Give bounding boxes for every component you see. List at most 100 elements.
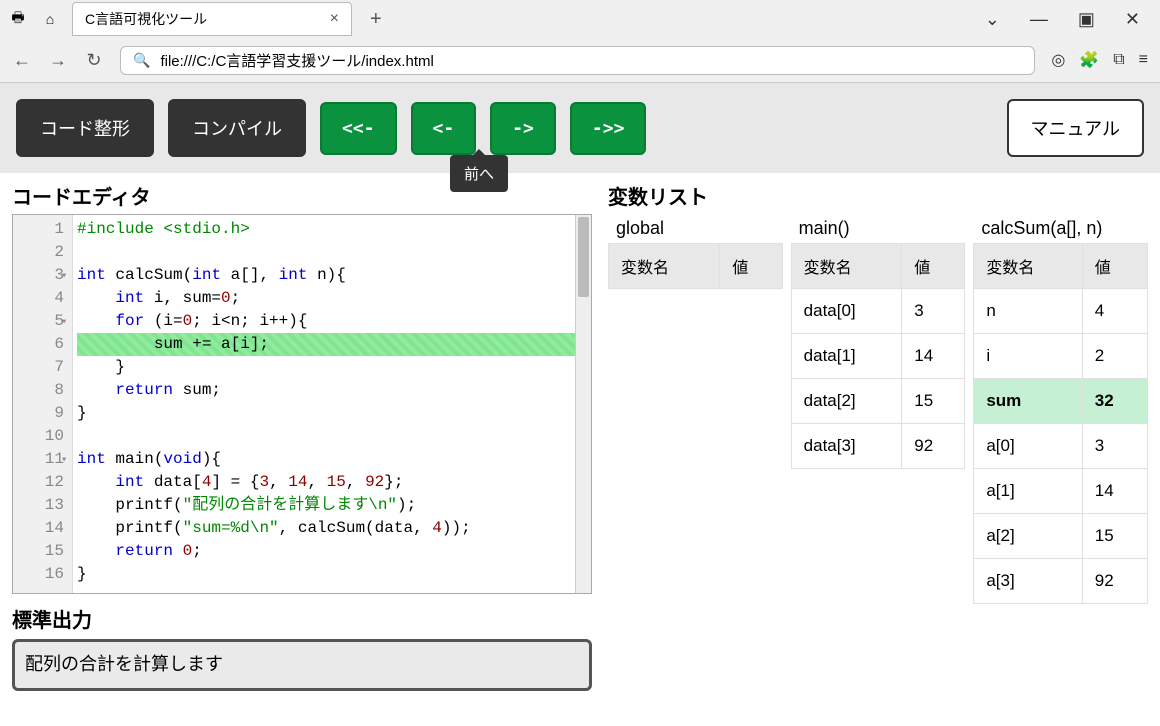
scope-name: global <box>608 214 783 243</box>
line-number: 14 <box>17 517 64 540</box>
line-number: 5 <box>17 310 64 333</box>
line-number: 12 <box>17 471 64 494</box>
var-name: a[3] <box>974 559 1082 604</box>
line-number: 9 <box>17 402 64 425</box>
line-number: 7 <box>17 356 64 379</box>
var-name: i <box>974 334 1082 379</box>
var-name: a[2] <box>974 514 1082 559</box>
scope-name: calcSum(a[], n) <box>973 214 1148 243</box>
line-number: 3 <box>17 264 64 287</box>
editor-scrollbar[interactable] <box>575 215 591 593</box>
var-name: sum <box>974 379 1082 424</box>
table-row: sum32 <box>974 379 1148 424</box>
nav-bar: ← → ↻ 🔍 ◎ 🧩 ⧉ ≡ <box>0 38 1160 82</box>
manual-button[interactable]: マニュアル <box>1007 99 1144 157</box>
new-tab-button[interactable]: + <box>364 8 388 31</box>
minimize-icon[interactable]: — <box>1030 9 1048 30</box>
crop-icon[interactable]: ⧉ <box>1113 51 1124 69</box>
menu-icon[interactable]: ≡ <box>1139 51 1148 69</box>
var-scope-block: main()変数名値data[0]3data[1]14data[2]15data… <box>791 214 966 604</box>
url-bar[interactable]: 🔍 <box>120 46 1035 75</box>
pocket-icon[interactable]: ◎ <box>1051 50 1065 70</box>
line-number: 11 <box>17 448 64 471</box>
stdout-text: 配列の合計を計算します <box>25 654 223 674</box>
line-number: 16 <box>17 563 64 586</box>
variable-table: 変数名値data[0]3data[1]14data[2]15data[3]92 <box>791 243 966 469</box>
line-number: 1 <box>17 218 64 241</box>
var-name: data[2] <box>791 379 902 424</box>
back-button[interactable]: ← <box>12 50 32 71</box>
varlist-title: 変数リスト <box>608 181 1148 210</box>
table-row: data[3]92 <box>791 424 965 469</box>
line-number: 2 <box>17 241 64 264</box>
line-number: 15 <box>17 540 64 563</box>
var-scope-block: calcSum(a[], n)変数名値n4i2sum32a[0]3a[1]14a… <box>973 214 1148 604</box>
chevron-down-icon[interactable]: ⌄ <box>985 9 1000 30</box>
var-value: 15 <box>1082 514 1147 559</box>
forward-button[interactable]: → <box>48 50 68 71</box>
content-area: コードエディタ 12345678910111213141516 #include… <box>0 173 1160 699</box>
var-value: 3 <box>902 289 965 334</box>
variable-section: global変数名値main()変数名値data[0]3data[1]14dat… <box>608 214 1148 604</box>
var-name: a[1] <box>974 469 1082 514</box>
tab-bar: 🖶 ⌂ C言語可視化ツール × + ⌄ — ▣ ✕ <box>0 0 1160 38</box>
fastfwd-button[interactable]: ->> <box>570 102 647 155</box>
line-number: 8 <box>17 379 64 402</box>
var-value: 14 <box>1082 469 1147 514</box>
format-button[interactable]: コード整形 <box>16 99 154 157</box>
variable-table: 変数名値n4i2sum32a[0]3a[1]14a[2]15a[3]92 <box>973 243 1148 604</box>
var-value: 2 <box>1082 334 1147 379</box>
line-number: 4 <box>17 287 64 310</box>
print-icon[interactable]: 🖶 <box>8 9 28 29</box>
table-row: data[1]14 <box>791 334 965 379</box>
scroll-thumb[interactable] <box>578 217 589 297</box>
var-name: data[0] <box>791 289 902 334</box>
col-value: 値 <box>902 244 965 289</box>
tooltip-prev: 前へ <box>450 155 508 192</box>
var-name: a[0] <box>974 424 1082 469</box>
table-row: a[3]92 <box>974 559 1148 604</box>
prev-button[interactable]: <- <box>411 102 477 155</box>
home-icon[interactable]: ⌂ <box>40 9 60 29</box>
table-row: a[0]3 <box>974 424 1148 469</box>
rewind-button[interactable]: <<- <box>320 102 397 155</box>
table-row: data[0]3 <box>791 289 965 334</box>
stdout-title: 標準出力 <box>12 604 592 633</box>
var-name: n <box>974 289 1082 334</box>
url-input[interactable] <box>160 52 1022 69</box>
close-tab-icon[interactable]: × <box>330 10 339 28</box>
col-name: 変数名 <box>974 244 1082 289</box>
var-value: 92 <box>1082 559 1147 604</box>
tab-title: C言語可視化ツール <box>85 9 207 29</box>
extensions-icon[interactable]: 🧩 <box>1079 50 1099 70</box>
browser-chrome: 🖶 ⌂ C言語可視化ツール × + ⌄ — ▣ ✕ ← → ↻ 🔍 ◎ 🧩 ⧉ … <box>0 0 1160 83</box>
table-row: data[2]15 <box>791 379 965 424</box>
var-value: 3 <box>1082 424 1147 469</box>
compile-button[interactable]: コンパイル <box>168 99 306 157</box>
table-row: i2 <box>974 334 1148 379</box>
search-icon: 🔍 <box>133 52 150 69</box>
var-scope-block: global変数名値 <box>608 214 783 604</box>
line-number: 10 <box>17 425 64 448</box>
var-value: 92 <box>902 424 965 469</box>
stdout-box: 配列の合計を計算します <box>12 639 592 691</box>
var-value: 4 <box>1082 289 1147 334</box>
var-value: 32 <box>1082 379 1147 424</box>
table-row: n4 <box>974 289 1148 334</box>
close-window-icon[interactable]: ✕ <box>1125 9 1140 30</box>
reload-button[interactable]: ↻ <box>84 50 104 71</box>
code-editor[interactable]: 12345678910111213141516 #include <stdio.… <box>12 214 592 594</box>
scope-name: main() <box>791 214 966 243</box>
next-button[interactable]: -> <box>490 102 556 155</box>
browser-tab[interactable]: C言語可視化ツール × <box>72 2 352 36</box>
code-body[interactable]: #include <stdio.h> int calcSum(int a[], … <box>73 215 591 593</box>
maximize-icon[interactable]: ▣ <box>1078 9 1095 30</box>
var-name: data[3] <box>791 424 902 469</box>
variable-table: 変数名値 <box>608 243 783 289</box>
var-value: 14 <box>902 334 965 379</box>
line-number: 13 <box>17 494 64 517</box>
app-toolbar: コード整形 コンパイル <<- <- -> ->> マニュアル 前へ <box>0 83 1160 173</box>
table-row: a[1]14 <box>974 469 1148 514</box>
col-value: 値 <box>1082 244 1147 289</box>
right-column: 変数リスト global変数名値main()変数名値data[0]3data[1… <box>608 181 1148 691</box>
